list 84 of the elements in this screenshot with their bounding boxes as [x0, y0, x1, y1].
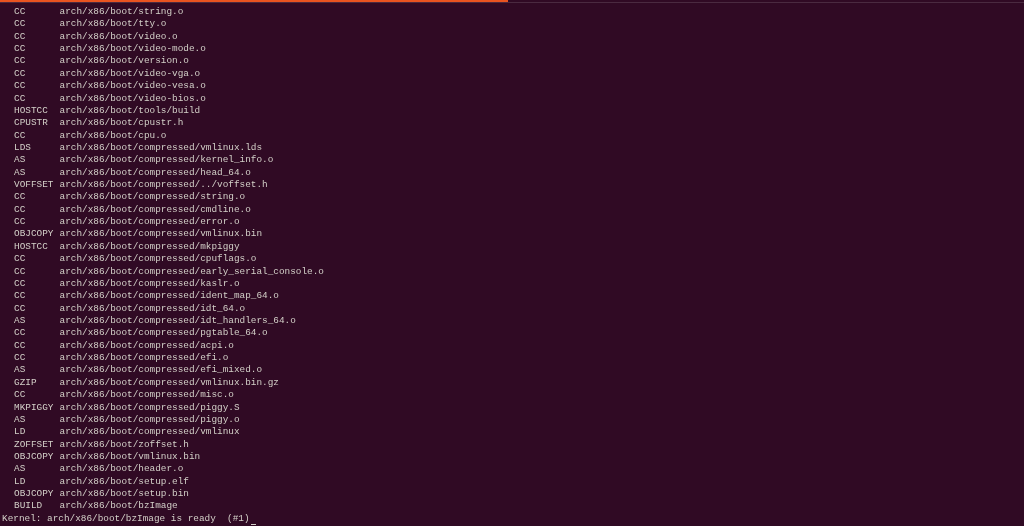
build-step-tag: MKPIGGY — [14, 401, 60, 414]
build-step-tag: LD — [14, 475, 60, 488]
build-step-tag: CC — [14, 277, 60, 291]
build-file-path: arch/x86/boot/compressed/idt_handlers_64.o — [59, 315, 296, 328]
build-file-path: arch/x86/boot/zoffset.h — [59, 438, 189, 451]
build-step-tag: HOSTCC — [14, 240, 60, 254]
build-step-tag: VOFFSET — [14, 179, 60, 192]
build-step-tag: AS — [14, 364, 60, 377]
build-step-tag: AS — [14, 463, 60, 476]
build-file-path: arch/x86/boot/compressed/piggy.o — [59, 413, 240, 427]
build-file-path: arch/x86/boot/compressed/misc.o — [59, 389, 234, 402]
build-step-tag: OBJCOPY — [14, 228, 60, 241]
build-file-path: arch/x86/boot/setup.bin — [59, 488, 189, 501]
build-step-tag: CC — [14, 253, 60, 266]
build-file-path: arch/x86/boot/compressed/cpuflags.o — [59, 253, 257, 266]
kernel-ready-message: Kernel: arch/x86/boot/bzImage is ready (#1) — [2, 512, 250, 526]
build-file-path: arch/x86/boot/header.o — [59, 463, 184, 476]
build-step-tag: CC — [14, 43, 60, 56]
build-step-tag: CC — [14, 6, 60, 19]
build-step-tag: CPUSTR — [14, 117, 60, 130]
build-step-tag: LD — [14, 426, 60, 439]
build-step-tag: OBJCOPY — [14, 488, 60, 501]
text-cursor — [250, 524, 256, 526]
build-step-tag: CC — [14, 67, 60, 81]
build-step-tag: AS — [14, 413, 60, 427]
build-file-path: arch/x86/boot/compressed/vmlinux.bin — [59, 228, 263, 241]
build-file-path: arch/x86/boot/compressed/kaslr.o — [59, 277, 240, 291]
build-step-tag: CC — [14, 18, 60, 31]
build-step-tag: CC — [14, 302, 60, 315]
build-file-path: arch/x86/boot/video-vga.o — [59, 67, 201, 81]
build-step-tag: OBJCOPY — [14, 450, 60, 464]
build-step-tag: HOSTCC — [14, 104, 60, 118]
build-file-path: arch/x86/boot/tools/build — [59, 104, 201, 118]
build-file-path: arch/x86/boot/compressed/kernel_info.o — [59, 154, 274, 167]
build-step-tag: ZOFFSET — [14, 438, 60, 451]
build-step-tag: CC — [14, 80, 60, 93]
build-file-path: arch/x86/boot/setup.elf — [59, 475, 189, 488]
build-file-path: arch/x86/boot/compressed/efi_mixed.o — [59, 364, 263, 377]
build-step-tag: CC — [14, 216, 60, 229]
build-step-tag: CC — [14, 327, 60, 340]
build-file-path: arch/x86/boot/compressed/vmlinux.bin.gz — [59, 376, 279, 390]
build-step-tag: AS — [14, 166, 60, 180]
build-file-path: arch/x86/boot/compressed/acpi.o — [59, 339, 234, 353]
build-step-tag: CC — [14, 339, 60, 353]
build-step-tag: CC — [14, 290, 60, 303]
build-step-tag: AS — [14, 154, 60, 167]
build-file-path: arch/x86/boot/compressed/string.o — [59, 191, 246, 204]
build-file-path: arch/x86/boot/compressed/error.o — [59, 216, 240, 229]
build-step-tag: CC — [14, 92, 60, 105]
build-file-path: arch/x86/boot/compressed/piggy.S — [59, 401, 240, 414]
build-file-path: arch/x86/boot/cpustr.h — [59, 117, 184, 130]
build-file-path: arch/x86/boot/bzImage — [59, 500, 178, 513]
build-step-tag: GZIP — [14, 376, 60, 390]
build-file-path: arch/x86/boot/vmlinux.bin — [59, 450, 201, 464]
build-file-path: arch/x86/boot/string.o — [59, 6, 184, 19]
build-file-path: arch/x86/boot/video-mode.o — [59, 43, 206, 56]
build-file-path: arch/x86/boot/compressed/vmlinux — [59, 426, 240, 439]
build-file-path: arch/x86/boot/video.o — [59, 30, 178, 44]
build-file-path: arch/x86/boot/compressed/pgtable_64.o — [59, 327, 268, 340]
build-file-path: arch/x86/boot/compressed/efi.o — [59, 352, 229, 365]
build-file-path: arch/x86/boot/compressed/head_64.o — [59, 166, 251, 180]
build-step-tag: CC — [14, 129, 60, 142]
build-step-tag: LDS — [14, 141, 60, 155]
build-file-path: arch/x86/boot/compressed/ident_map_64.o — [59, 290, 279, 303]
build-step-tag: AS — [14, 315, 60, 328]
build-file-path: arch/x86/boot/video-vesa.o — [59, 80, 206, 93]
build-file-path: arch/x86/boot/version.o — [59, 55, 189, 68]
build-file-path: arch/x86/boot/tty.o — [59, 18, 167, 31]
build-step-tag: BUILD — [14, 500, 60, 513]
build-step-tag: CC — [14, 265, 60, 278]
build-step-tag: CC — [14, 352, 60, 365]
build-file-path: arch/x86/boot/compressed/../voffset.h — [59, 179, 268, 192]
build-file-path: arch/x86/boot/compressed/early_serial_console.o — [59, 265, 324, 278]
build-file-path: arch/x86/boot/compressed/mkpiggy — [59, 240, 240, 254]
build-step-tag: CC — [14, 30, 60, 44]
build-file-path: arch/x86/boot/compressed/vmlinux.lds — [59, 141, 263, 155]
build-step-tag: CC — [14, 55, 60, 68]
build-step-tag: CC — [14, 191, 60, 204]
build-step-tag: CC — [14, 389, 60, 402]
build-file-path: arch/x86/boot/compressed/idt_64.o — [59, 302, 246, 315]
build-file-path: arch/x86/boot/cpu.o — [59, 129, 167, 142]
build-step-tag: CC — [14, 203, 60, 217]
build-file-path: arch/x86/boot/video-bios.o — [59, 92, 206, 105]
build-file-path: arch/x86/boot/compressed/cmdline.o — [59, 203, 251, 217]
